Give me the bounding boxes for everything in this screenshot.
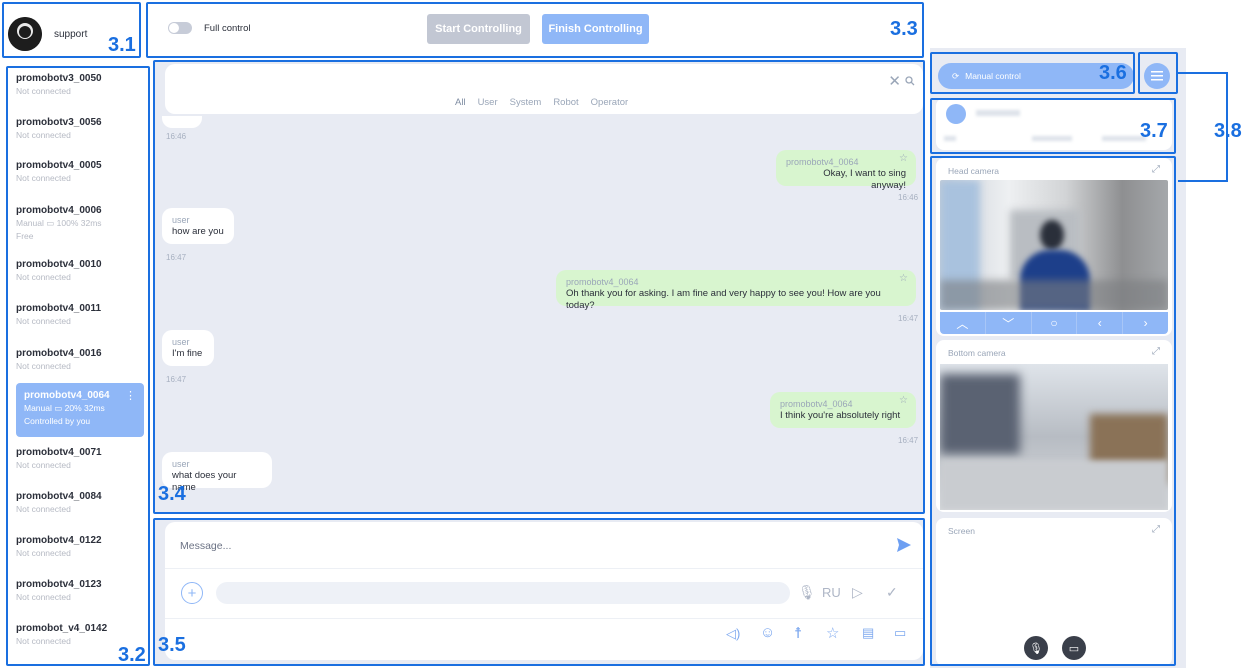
- callout-label-3-6: 3.6: [1099, 62, 1127, 84]
- callout-box-3-8: [1138, 52, 1178, 94]
- callout-label-3-3: 3.3: [890, 18, 918, 40]
- callout-box-3-5: [153, 518, 925, 666]
- callout-box-right-column: [930, 156, 1176, 666]
- callout-label-3-4: 3.4: [158, 483, 186, 505]
- callout-label-3-1: 3.1: [108, 34, 136, 56]
- callout-label-3-2: 3.2: [118, 644, 146, 666]
- callout-label-3-8: 3.8: [1214, 120, 1242, 142]
- callout-label-3-5: 3.5: [158, 634, 186, 656]
- callout-box-3-3: [146, 2, 924, 58]
- callout-box-3-2: [6, 66, 150, 666]
- callout-box-3-4: [153, 60, 925, 514]
- callout-label-3-7: 3.7: [1140, 120, 1168, 142]
